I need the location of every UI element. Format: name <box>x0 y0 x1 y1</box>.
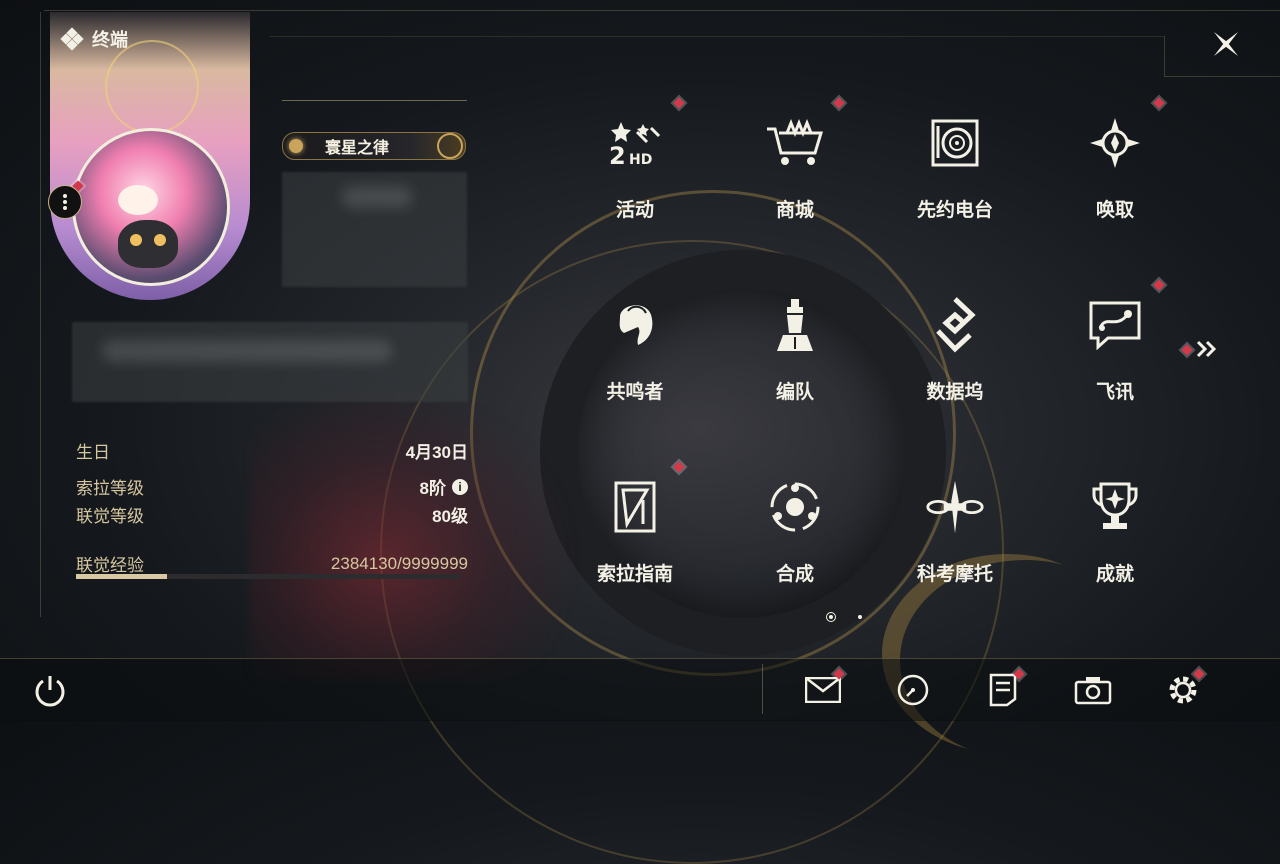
birthday-label: 生日 <box>76 443 110 462</box>
sola-level-label: 索拉等级 <box>76 479 144 498</box>
next-page-button[interactable] <box>1196 340 1218 358</box>
signature-blurred <box>72 322 468 402</box>
notice-icon <box>989 673 1017 707</box>
convene-compass-icon <box>1085 113 1145 173</box>
menu-notify-dot <box>1153 279 1165 291</box>
menu-tile-resonator-portrait[interactable]: 共鸣者 <box>555 277 715 427</box>
vertical-dots-icon <box>63 194 67 210</box>
camera-icon <box>1074 677 1112 705</box>
sola-level-value: 8阶 <box>419 479 446 498</box>
title-badge-text: 寰星之律 <box>325 140 390 157</box>
menu-tile-label: 先约电台 <box>916 200 993 221</box>
avatar-cat <box>118 220 178 268</box>
menu-notify-dot <box>833 97 845 109</box>
union-level-row: 联觉等级 80级 <box>76 502 468 527</box>
chat-bubble-icon <box>1085 295 1145 355</box>
sola-level-row: 索拉等级 8阶 i <box>76 474 468 499</box>
union-exp-value: 2384130/9999999 <box>330 553 468 573</box>
menu-notify-dot <box>673 97 685 109</box>
union-level-label: 联觉等级 <box>76 507 144 526</box>
clock-button[interactable] <box>893 670 933 710</box>
name-divider <box>282 100 467 101</box>
menu-notify-dot <box>673 461 685 473</box>
svg-text:2: 2 <box>609 142 626 168</box>
power-icon <box>35 676 65 707</box>
page-indicator <box>826 612 862 622</box>
menu-tile-label: 商城 <box>775 200 814 221</box>
menu-tile-motorbike[interactable]: 科考摩托 <box>875 459 1035 609</box>
frame-inner-line <box>270 36 1164 37</box>
birthday-row: 生日 4月30日 <box>76 438 468 463</box>
team-chess-icon <box>765 295 825 355</box>
menu-tile-label: 索拉指南 <box>596 564 673 585</box>
mail-icon <box>805 677 841 703</box>
menu-tile-convene-compass[interactable]: 唤取 <box>1035 95 1195 245</box>
frame-top-line <box>44 10 1280 11</box>
notice-button[interactable] <box>983 668 1025 710</box>
menu-tile-label: 唤取 <box>1095 200 1134 221</box>
union-exp-label: 联觉经验 <box>76 556 144 575</box>
player-name-blurred <box>282 172 467 287</box>
page-dot-current[interactable] <box>826 612 836 622</box>
settings-button[interactable] <box>1163 668 1205 710</box>
sun-emblem-icon <box>289 139 303 153</box>
union-exp-bar <box>76 574 460 579</box>
mail-button[interactable] <box>803 668 845 710</box>
menu-tile-trophy[interactable]: 成就 <box>1035 459 1195 609</box>
badge-gear-icon <box>437 133 463 159</box>
page-dot[interactable] <box>858 615 862 619</box>
avatar-halo <box>105 40 199 134</box>
events-2hd-icon: 2 HD <box>605 113 665 173</box>
clock-icon <box>897 674 929 706</box>
avatar-face <box>118 185 158 215</box>
power-button[interactable] <box>32 672 72 712</box>
close-button[interactable] <box>1206 24 1246 64</box>
camera-button[interactable] <box>1073 670 1113 710</box>
menu-tile-label: 飞讯 <box>1095 382 1134 403</box>
bottom-divider <box>762 664 763 714</box>
menu-tile-radio-record[interactable]: 先约电台 <box>875 95 1035 245</box>
settings-gear-icon <box>1169 676 1197 704</box>
menu-tile-guidebook[interactable]: 索拉指南 <box>555 459 715 609</box>
menu-tile-shop-cart[interactable]: 商城 <box>715 95 875 245</box>
menu-tile-data-bank[interactable]: 数据坞 <box>875 277 1035 427</box>
synthesis-icon <box>765 477 825 537</box>
menu-tile-chat-bubble[interactable]: 飞讯 <box>1035 277 1195 427</box>
data-bank-icon <box>925 295 985 355</box>
menu-tile-synthesis[interactable]: 合成 <box>715 459 875 609</box>
menu-tile-label: 数据坞 <box>926 382 984 403</box>
shop-cart-icon <box>765 113 825 173</box>
radio-record-icon <box>925 113 985 173</box>
diamond-cluster-icon <box>60 27 84 51</box>
menu-tile-label: 科考摩托 <box>916 564 993 585</box>
menu-tile-label: 成就 <box>1095 564 1134 585</box>
menu-tile-events-2hd[interactable]: 2 HD 活动 <box>555 95 715 245</box>
menu-tile-label: 合成 <box>775 564 814 585</box>
menu-tile-label: 活动 <box>615 200 654 221</box>
svg-text:HD: HD <box>629 152 652 168</box>
resonator-portrait-icon <box>605 295 665 355</box>
menu-tile-label: 编队 <box>775 382 814 403</box>
more-options-button[interactable] <box>48 185 82 219</box>
frame-left-line <box>40 12 41 617</box>
info-icon[interactable]: i <box>452 478 468 495</box>
trophy-icon <box>1085 477 1145 537</box>
menu-tile-team-chess[interactable]: 编队 <box>715 277 875 427</box>
motorbike-icon <box>925 477 985 537</box>
double-chevron-right-icon <box>1196 340 1217 358</box>
background-character <box>250 380 580 680</box>
union-level-value: 80级 <box>432 507 468 526</box>
menu-tile-label: 共鸣者 <box>606 382 664 403</box>
guidebook-icon <box>605 477 665 537</box>
menu-notify-dot <box>1153 97 1165 109</box>
birthday-value: 4月30日 <box>405 443 468 462</box>
terminal-title-text: 终端 <box>92 30 128 50</box>
close-star-icon <box>1213 31 1239 57</box>
terminal-title: 终端 <box>60 26 128 52</box>
title-badge[interactable]: 寰星之律 <box>282 132 466 160</box>
union-exp-bar-fill <box>76 574 168 579</box>
sola-level-value-wrap: 8阶 i <box>420 474 468 499</box>
union-exp-row: 联觉经验 2384130/9999999 <box>76 551 468 576</box>
